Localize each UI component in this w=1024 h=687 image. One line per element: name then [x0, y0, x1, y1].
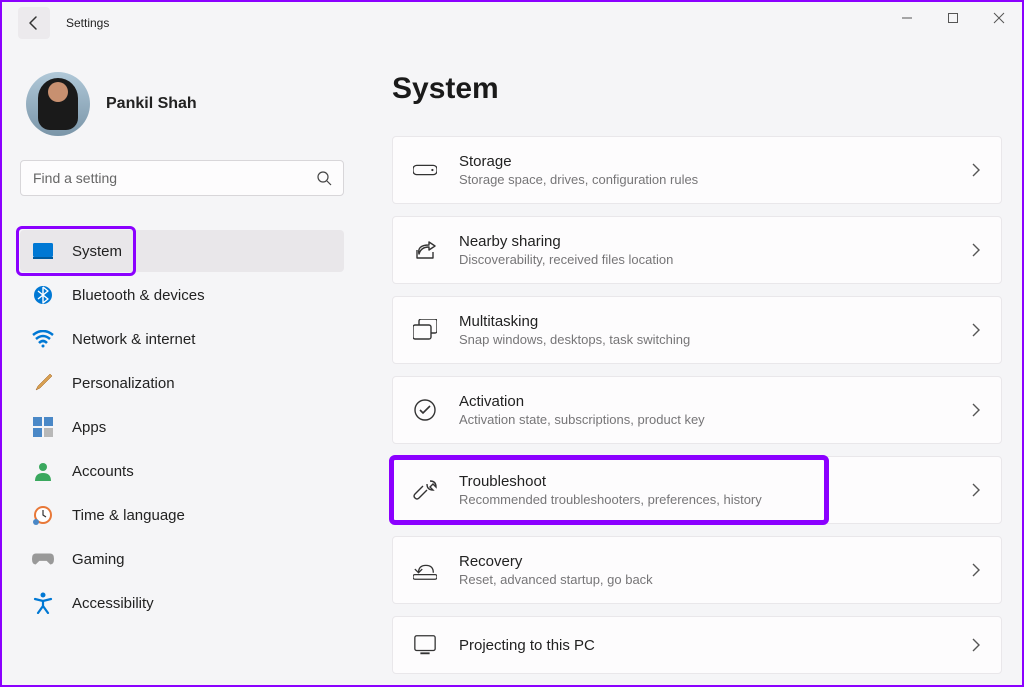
- apps-icon: [32, 416, 54, 438]
- tile-title: Projecting to this PC: [459, 637, 949, 654]
- tile-nearby-sharing[interactable]: Nearby sharing Discoverability, received…: [392, 216, 1002, 284]
- tile-title: Nearby sharing: [459, 233, 949, 250]
- chevron-right-icon: [971, 242, 981, 258]
- close-button[interactable]: [976, 2, 1022, 34]
- nav-gaming[interactable]: Gaming: [20, 538, 344, 580]
- tile-storage[interactable]: Storage Storage space, drives, configura…: [392, 136, 1002, 204]
- tile-title: Troubleshoot: [459, 473, 949, 490]
- nav-accessibility[interactable]: Accessibility: [20, 582, 344, 624]
- storage-icon: [413, 158, 437, 182]
- tile-sub: Recommended troubleshooters, preferences…: [459, 492, 949, 507]
- accounts-icon: [32, 460, 54, 482]
- nav-label: Apps: [72, 419, 106, 436]
- share-icon: [413, 238, 437, 262]
- nav-label: Accounts: [72, 463, 134, 480]
- nav-label: Gaming: [72, 551, 125, 568]
- tile-title: Multitasking: [459, 313, 949, 330]
- back-button[interactable]: [18, 7, 50, 39]
- tile-activation[interactable]: Activation Activation state, subscriptio…: [392, 376, 1002, 444]
- chevron-right-icon: [971, 402, 981, 418]
- nav-accounts[interactable]: Accounts: [20, 450, 344, 492]
- nav-label: Network & internet: [72, 331, 195, 348]
- multitasking-icon: [413, 318, 437, 342]
- search-icon: [316, 170, 332, 186]
- maximize-icon: [947, 12, 959, 24]
- tile-sub: Activation state, subscriptions, product…: [459, 412, 949, 427]
- tile-sub: Storage space, drives, configuration rul…: [459, 172, 949, 187]
- brush-icon: [32, 372, 54, 394]
- user-profile[interactable]: Pankil Shah: [20, 72, 344, 136]
- close-icon: [993, 12, 1005, 24]
- page-title: System: [392, 72, 1002, 106]
- tile-title: Activation: [459, 393, 949, 410]
- nav-label: System: [72, 243, 122, 260]
- maximize-button[interactable]: [930, 2, 976, 34]
- tile-sub: Reset, advanced startup, go back: [459, 572, 949, 587]
- chevron-right-icon: [971, 562, 981, 578]
- nav-apps[interactable]: Apps: [20, 406, 344, 448]
- wrench-icon: [413, 478, 437, 502]
- nav-label: Personalization: [72, 375, 175, 392]
- tile-title: Recovery: [459, 553, 949, 570]
- check-circle-icon: [413, 398, 437, 422]
- minimize-button[interactable]: [884, 2, 930, 34]
- chevron-right-icon: [971, 482, 981, 498]
- projecting-icon: [413, 633, 437, 657]
- chevron-right-icon: [971, 162, 981, 178]
- bluetooth-icon: [32, 284, 54, 306]
- chevron-right-icon: [971, 322, 981, 338]
- recovery-icon: [413, 558, 437, 582]
- nav-network[interactable]: Network & internet: [20, 318, 344, 360]
- search-input[interactable]: [20, 160, 344, 196]
- nav-label: Time & language: [72, 507, 185, 524]
- chevron-right-icon: [971, 637, 981, 653]
- tile-multitasking[interactable]: Multitasking Snap windows, desktops, tas…: [392, 296, 1002, 364]
- gamepad-icon: [32, 548, 54, 570]
- nav: System Bluetooth & devices Network & int…: [20, 230, 344, 624]
- nav-label: Bluetooth & devices: [72, 287, 205, 304]
- tile-troubleshoot[interactable]: Troubleshoot Recommended troubleshooters…: [392, 456, 1002, 524]
- tile-sub: Snap windows, desktops, task switching: [459, 332, 949, 347]
- system-icon: [32, 240, 54, 262]
- tile-title: Storage: [459, 153, 949, 170]
- tile-sub: Discoverability, received files location: [459, 252, 949, 267]
- nav-bluetooth[interactable]: Bluetooth & devices: [20, 274, 344, 316]
- app-title: Settings: [66, 16, 109, 30]
- nav-personalization[interactable]: Personalization: [20, 362, 344, 404]
- wifi-icon: [32, 328, 54, 350]
- clock-icon: [32, 504, 54, 526]
- nav-label: Accessibility: [72, 595, 154, 612]
- avatar: [26, 72, 90, 136]
- tile-projecting[interactable]: Projecting to this PC: [392, 616, 1002, 674]
- nav-time[interactable]: Time & language: [20, 494, 344, 536]
- accessibility-icon: [32, 592, 54, 614]
- minimize-icon: [901, 12, 913, 24]
- tile-recovery[interactable]: Recovery Reset, advanced startup, go bac…: [392, 536, 1002, 604]
- arrow-left-icon: [26, 15, 42, 31]
- nav-system[interactable]: System: [20, 230, 344, 272]
- user-name: Pankil Shah: [106, 95, 197, 113]
